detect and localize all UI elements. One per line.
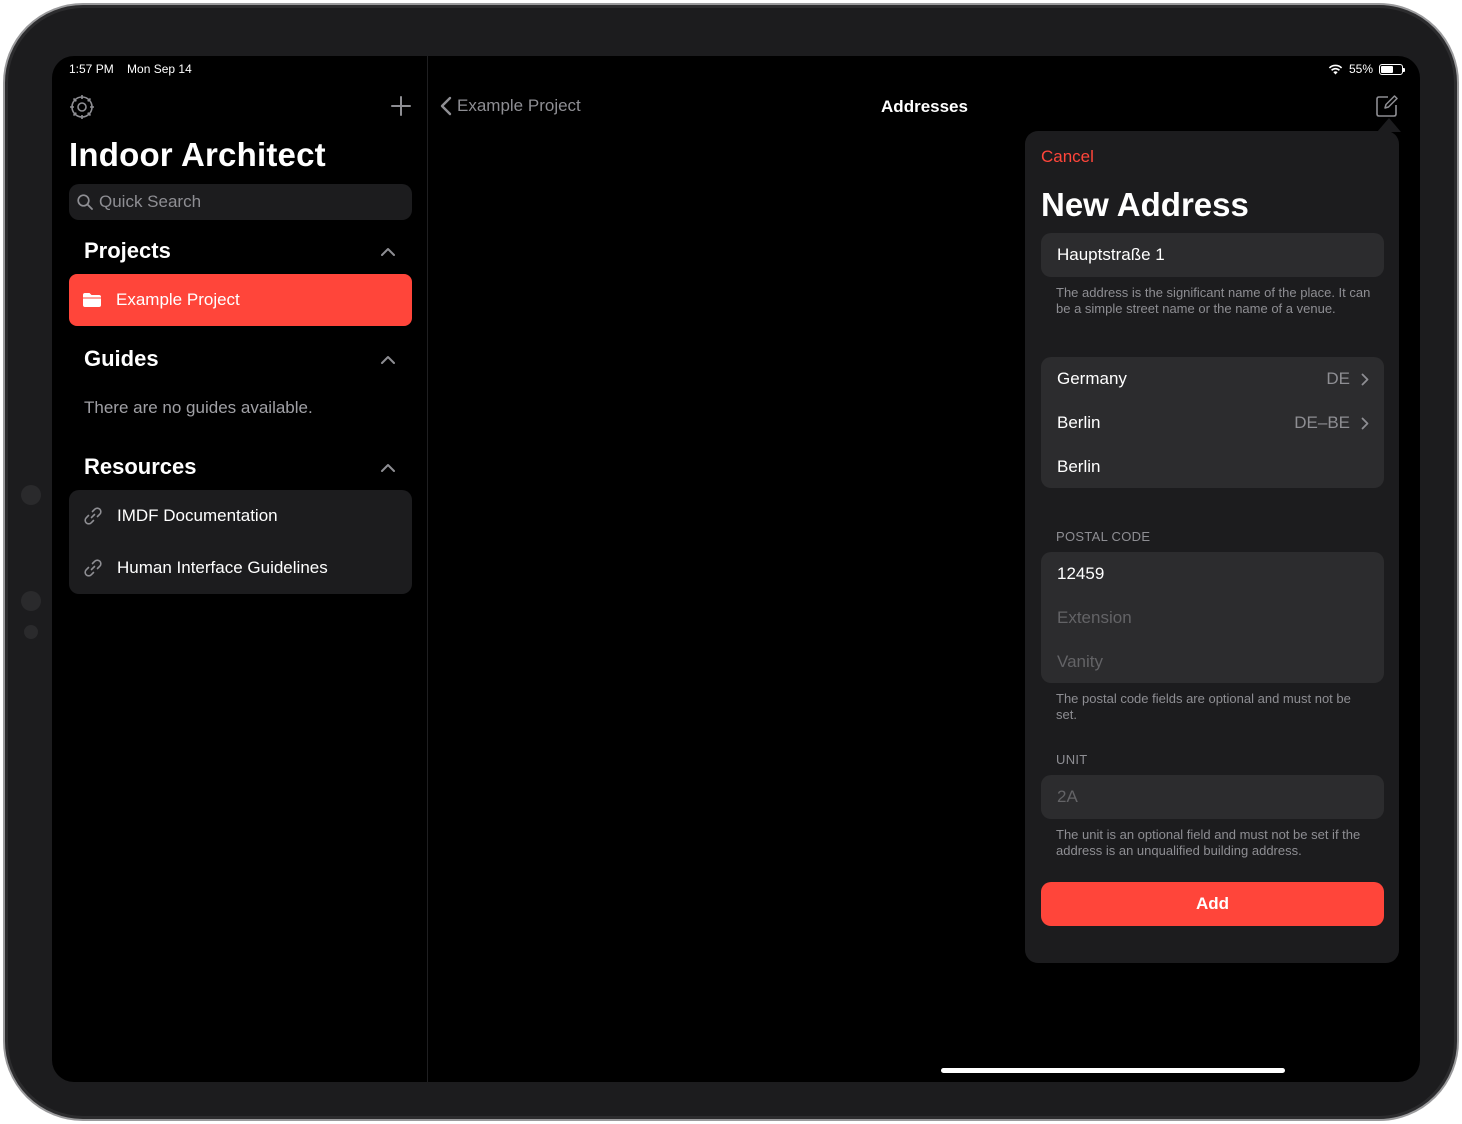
project-item-example[interactable]: Example Project <box>69 274 412 326</box>
add-project-icon[interactable] <box>389 94 413 118</box>
country-code: DE <box>1326 369 1350 388</box>
camera-dot <box>21 485 41 505</box>
resource-item-imdf[interactable]: IMDF Documentation <box>69 490 412 542</box>
province-label: Berlin <box>1057 413 1101 432</box>
locality-input[interactable] <box>1057 457 1368 477</box>
popover-title: New Address <box>1041 186 1249 223</box>
search-input[interactable] <box>99 192 399 212</box>
project-label: Example Project <box>116 290 240 309</box>
province-code: DE–BE <box>1294 413 1350 432</box>
postal-code-row[interactable] <box>1041 552 1384 596</box>
unit-footnote: The unit is an optional field and must n… <box>1056 827 1361 858</box>
sidebar: Indoor Architect Projects Exa <box>52 56 428 1082</box>
postal-code-input[interactable] <box>1057 564 1368 584</box>
unit-field-group <box>1041 775 1384 819</box>
compose-icon[interactable] <box>1375 94 1399 118</box>
link-icon <box>84 559 102 577</box>
projects-section-header[interactable]: Projects <box>84 238 412 268</box>
address-field-group <box>1041 233 1384 277</box>
unit-row[interactable] <box>1041 775 1384 819</box>
section-title: Guides <box>84 346 159 371</box>
guides-empty-text: There are no guides available. <box>84 398 313 417</box>
guides-section-header[interactable]: Guides <box>84 346 412 376</box>
add-button[interactable]: Add <box>1041 882 1384 926</box>
postal-footnote: The postal code fields are optional and … <box>1056 691 1351 722</box>
resources-list: IMDF Documentation Human Interface Guide… <box>69 490 412 594</box>
page-title: Addresses <box>881 97 968 116</box>
unit-header: UNIT <box>1056 752 1088 767</box>
popover-arrow <box>1377 118 1401 132</box>
chevron-right-icon <box>1361 373 1369 386</box>
quick-search[interactable] <box>69 184 412 220</box>
home-indicator <box>941 1068 1285 1073</box>
extension-row[interactable] <box>1041 596 1384 640</box>
resource-label: Human Interface Guidelines <box>117 558 328 577</box>
vanity-row[interactable] <box>1041 640 1384 684</box>
chevron-up-icon[interactable] <box>380 244 396 260</box>
extension-input[interactable] <box>1057 608 1368 628</box>
address-input[interactable] <box>1057 245 1368 265</box>
chevron-right-icon <box>1361 417 1369 430</box>
cancel-button[interactable]: Cancel <box>1041 147 1094 167</box>
locality-row[interactable] <box>1041 445 1384 489</box>
folder-icon <box>83 293 101 307</box>
resource-label: IMDF Documentation <box>117 506 278 525</box>
link-icon <box>84 507 102 525</box>
resources-section-header[interactable]: Resources <box>84 454 412 484</box>
gear-icon[interactable] <box>69 94 95 120</box>
country-row[interactable]: Germany DE <box>1041 357 1384 401</box>
section-title: Projects <box>84 238 171 263</box>
address-row[interactable] <box>1041 233 1384 277</box>
new-address-popover: Cancel New Address The address is the si… <box>1025 131 1399 963</box>
resource-item-hig[interactable]: Human Interface Guidelines <box>69 542 412 594</box>
app-title: Indoor Architect <box>69 136 326 173</box>
chevron-up-icon[interactable] <box>380 352 396 368</box>
sensor-dot <box>21 591 41 611</box>
vanity-input[interactable] <box>1057 652 1368 672</box>
screen: 1:57 PM Mon Sep 14 55% Indoor Architect … <box>52 56 1420 1082</box>
section-title: Resources <box>84 454 197 479</box>
province-row[interactable]: Berlin DE–BE <box>1041 401 1384 445</box>
sensor-dot <box>24 625 38 639</box>
chevron-up-icon[interactable] <box>380 460 396 476</box>
postal-code-header: POSTAL CODE <box>1056 529 1151 544</box>
country-label: Germany <box>1057 369 1127 388</box>
ipad-frame: 1:57 PM Mon Sep 14 55% Indoor Architect … <box>3 3 1459 1121</box>
address-footnote: The address is the significant name of t… <box>1056 285 1371 316</box>
postal-field-group <box>1041 552 1384 683</box>
unit-input[interactable] <box>1057 787 1368 807</box>
region-field-group: Germany DE Berlin DE–BE <box>1041 357 1384 488</box>
search-icon <box>77 194 93 210</box>
